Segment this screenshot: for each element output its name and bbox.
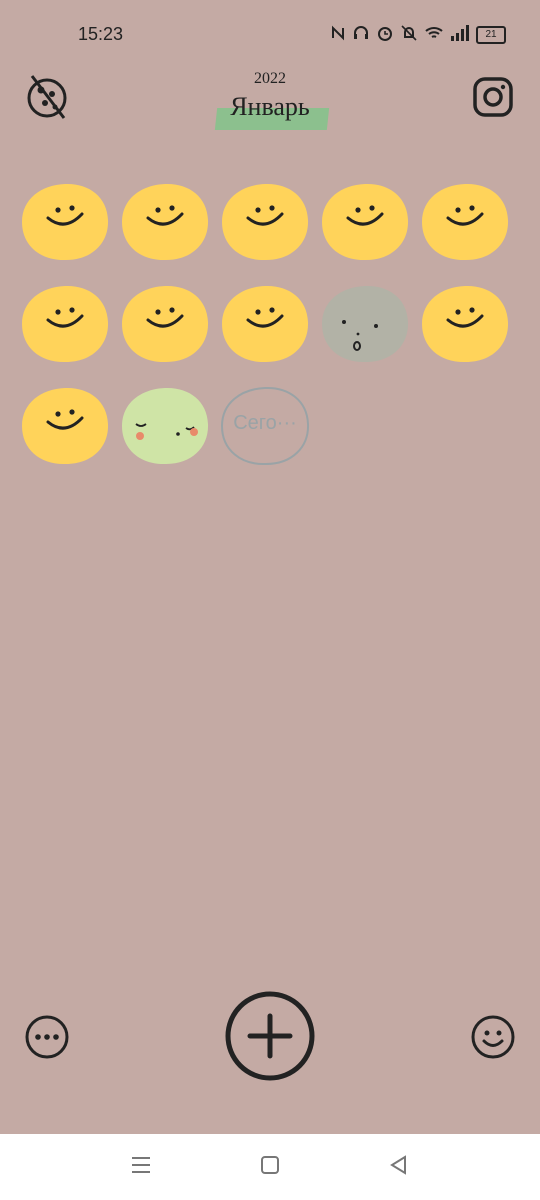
year-label: 2022 [254,70,286,87]
back-icon[interactable] [388,1154,410,1182]
alarm-icon [376,24,394,46]
month-title[interactable]: Январь [212,92,328,122]
nfc-icon [330,25,346,45]
wifi-icon [424,25,444,45]
system-nav-bar [0,1134,540,1200]
day-mood-3[interactable] [220,180,310,264]
day-mood-7[interactable] [120,282,210,366]
home-icon[interactable] [259,1154,281,1182]
day-mood-10[interactable] [420,282,510,366]
day-mood-6[interactable] [20,282,110,366]
day-mood-11[interactable] [20,384,110,468]
day-mood-5[interactable] [420,180,510,264]
signal-icon [450,25,470,45]
day-mood-2[interactable] [120,180,210,264]
menu-icon[interactable] [130,1154,152,1182]
battery-indicator: 21 [476,26,506,44]
status-time: 15:23 [78,24,124,44]
instagram-icon[interactable] [472,76,514,118]
add-entry-button[interactable] [224,990,316,1082]
day-mood-4[interactable] [320,180,410,264]
status-bar: 15:23 21 [0,0,540,70]
mute-bell-icon [400,24,418,46]
day-mood-13[interactable]: Сего··· [220,384,310,468]
status-icons: 21 [330,24,506,46]
day-mood-9[interactable] [320,282,410,366]
today-empty-label: Сего··· [233,412,297,434]
day-mood-1[interactable] [20,180,110,264]
day-mood-12[interactable] [120,384,210,468]
mood-calendar-grid: Сего··· [20,180,520,468]
more-icon[interactable] [24,1014,70,1060]
app-header: 2022 Январь [0,64,540,144]
add-icon [225,991,315,1081]
headset-icon [352,25,370,45]
day-mood-8[interactable] [220,282,310,366]
smiley-icon[interactable] [470,1014,516,1060]
